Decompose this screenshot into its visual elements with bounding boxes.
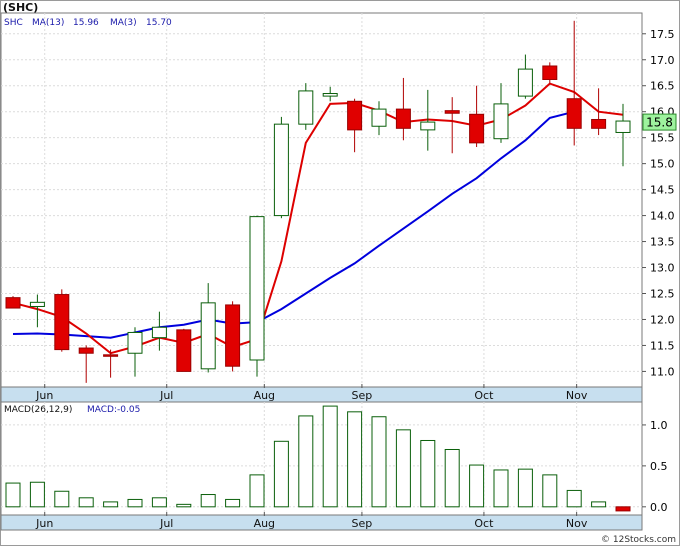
- price-ytick-label: 17.0: [650, 54, 675, 67]
- candle-body-up: [517, 68, 533, 97]
- candle-body-up: [29, 301, 45, 307]
- macd-ytick-label: 1.0: [650, 419, 668, 432]
- candle-body-up: [371, 108, 387, 127]
- candle-body-up: [615, 120, 631, 133]
- macd-bar: [493, 469, 509, 508]
- macd-bar: [249, 474, 265, 508]
- macd-bar: [298, 415, 314, 508]
- price-ytick-label: 13.0: [650, 262, 675, 275]
- watermark: © 12Stocks.com: [601, 535, 676, 545]
- price-ytick-label: 14.5: [650, 184, 675, 197]
- macd-bar: [151, 497, 167, 508]
- candle-body-down: [591, 118, 607, 129]
- macd-bar: [78, 497, 94, 508]
- candle-body-down: [566, 98, 582, 129]
- macd-month-label: Oct: [474, 517, 494, 530]
- candle-body-down: [225, 304, 241, 367]
- macd-ytick-label: 0.0: [650, 501, 668, 514]
- price-ytick-label: 13.5: [650, 236, 675, 249]
- macd-ytick-label: 0.5: [650, 460, 668, 473]
- macd-bar: [517, 468, 533, 508]
- price-ytick-label: 12.0: [650, 313, 675, 326]
- candle-body-down: [54, 294, 70, 351]
- chart-title: (SHC): [3, 1, 38, 14]
- price-panel: 11.0 11.5 12.0 12.5 13.0 13.5 14.0 14.5 15.0 15.5…: [0, 1, 677, 403]
- price-month-band: [0, 386, 643, 403]
- candle-body-down: [103, 354, 119, 357]
- price-ytick-label: 16.5: [650, 80, 675, 93]
- macd-month-label: Jul: [159, 517, 173, 530]
- candle-body-up: [420, 121, 436, 131]
- price-ytick-label: 12.5: [650, 288, 675, 301]
- macd-title: MACD(26,12,9): [4, 405, 72, 415]
- candle-body-up: [200, 302, 216, 370]
- macd-month-label: Sep: [352, 517, 373, 530]
- price-month-label: Jun: [35, 389, 53, 402]
- macd-bar: [469, 464, 485, 508]
- macd-bar: [127, 498, 143, 508]
- price-month-label: Nov: [566, 389, 588, 402]
- macd-bar: [420, 439, 436, 508]
- price-ytick-label: 15.5: [650, 132, 675, 145]
- macd-bar: [5, 482, 21, 508]
- candle-body-down: [469, 113, 485, 144]
- legend-ticker: SHC: [4, 18, 23, 28]
- macd-month-label: Jun: [35, 517, 53, 530]
- last-price-tag: 15.8: [642, 113, 677, 131]
- stock-chart-svg: 11.0 11.5 12.0 12.5 13.0 13.5 14.0 14.5 15.0 15.5…: [0, 0, 680, 546]
- price-month-label: Aug: [254, 389, 275, 402]
- legend-ma3-value: 15.70: [146, 18, 172, 28]
- price-ytick-label: 11.0: [650, 365, 675, 378]
- candle-body-down: [542, 65, 558, 80]
- candle-body-down: [347, 100, 363, 131]
- macd-bar: [444, 448, 460, 508]
- candle-body-up: [249, 216, 265, 361]
- candle-body-up: [151, 326, 167, 339]
- price-ytick-label: 15.0: [650, 158, 675, 171]
- candle-body-down: [5, 297, 21, 309]
- macd-bar: [54, 490, 70, 508]
- macd-bar: [176, 503, 192, 508]
- macd-bar: [200, 494, 216, 508]
- price-ytick-label: 17.5: [650, 28, 675, 41]
- price-ytick-label: 14.0: [650, 210, 675, 223]
- candle-body-down: [78, 347, 94, 354]
- legend-ma13-label: MA(13): [32, 18, 64, 28]
- legend-ma13-value: 15.96: [73, 18, 99, 28]
- macd-month-label: Nov: [566, 517, 588, 530]
- stock-chart: 11.0 11.5 12.0 12.5 13.0 13.5 14.0 14.5 15.0 15.5…: [0, 0, 680, 546]
- candle-body-down: [176, 329, 192, 372]
- candle-body-up: [273, 123, 289, 217]
- macd-bar: [371, 416, 387, 508]
- macd-bar: [29, 481, 45, 508]
- macd-bar: [347, 411, 363, 508]
- macd-bar: [395, 429, 411, 508]
- legend-ma3-label: MA(3): [110, 18, 137, 28]
- candle-body-up: [493, 103, 509, 140]
- last-price-value: 15.8: [646, 116, 673, 130]
- macd-bar: [591, 501, 607, 508]
- macd-bar: [225, 498, 241, 508]
- macd-month-label: Aug: [254, 517, 275, 530]
- macd-bar-negative: [615, 506, 631, 512]
- price-month-label: Jul: [159, 389, 173, 402]
- candle-body-down: [444, 110, 460, 114]
- candle-body-up: [298, 90, 314, 125]
- price-ytick-label: 11.5: [650, 339, 675, 352]
- macd-bar: [542, 474, 558, 508]
- price-month-label: Sep: [352, 389, 373, 402]
- macd-bar: [322, 405, 338, 508]
- macd-bar: [566, 489, 582, 508]
- candle-body-up: [127, 331, 143, 354]
- candle-body-up: [322, 93, 338, 97]
- macd-value-label: MACD:-0.05: [87, 405, 140, 415]
- price-month-label: Oct: [474, 389, 494, 402]
- macd-month-band: [0, 514, 643, 531]
- candle-body-down: [395, 108, 411, 129]
- macd-bar: [103, 501, 119, 508]
- macd-panel: 0.0 0.5 1.0 Jun Jul Aug Sep Oct Nov MACD(26,12,…: [0, 401, 668, 531]
- macd-bar: [273, 440, 289, 508]
